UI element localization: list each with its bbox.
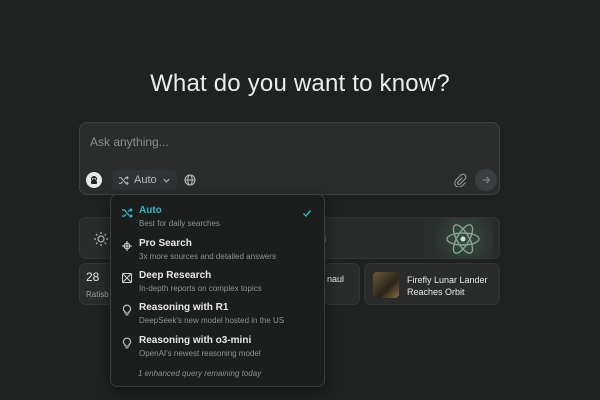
deep-research-icon xyxy=(121,272,133,284)
search-box: Auto xyxy=(79,122,500,195)
submit-button[interactable] xyxy=(475,169,497,191)
news-thumbnail xyxy=(373,272,399,298)
globe-icon[interactable] xyxy=(183,173,197,187)
menu-item-deep-research[interactable]: Deep Research In-depth reports on comple… xyxy=(111,268,324,298)
check-icon xyxy=(303,210,312,218)
menu-item-description: In-depth reports on complex topics xyxy=(139,284,262,293)
query-quota-note: 1 enhanced query remaining today xyxy=(138,369,262,378)
news-title: naul xyxy=(327,274,345,284)
menu-item-reasoning-o3-mini[interactable]: Reasoning with o3-mini OpenAI's newest r… xyxy=(111,333,324,363)
menu-item-description: DeepSeek's new model hosted in the US xyxy=(139,316,285,325)
weather-icon xyxy=(94,232,108,246)
page-title: What do you want to know? xyxy=(150,70,450,97)
mode-dropdown-menu: Auto Best for daily searches Pro Search … xyxy=(110,194,325,387)
menu-item-label: Deep Research xyxy=(139,270,212,281)
menu-item-auto[interactable]: Auto Best for daily searches xyxy=(111,203,324,233)
stock-label: Ratisb xyxy=(86,290,109,299)
stock-value: 28 xyxy=(86,270,100,284)
menu-item-label: Pro Search xyxy=(139,238,192,249)
pro-search-icon xyxy=(122,241,132,251)
shuffle-icon xyxy=(122,208,133,218)
menu-item-reasoning-r1[interactable]: Reasoning with R1 DeepSeek's new model h… xyxy=(111,300,324,330)
mode-label: Auto xyxy=(134,174,157,186)
chevron-down-icon xyxy=(163,178,170,183)
menu-item-label: Reasoning with o3-mini xyxy=(139,335,252,346)
menu-item-pro-search[interactable]: Pro Search 3x more sources and detailed … xyxy=(111,236,324,266)
search-input[interactable] xyxy=(90,133,470,151)
paperclip-icon[interactable] xyxy=(453,173,467,187)
focus-icon xyxy=(91,176,97,184)
shuffle-icon xyxy=(118,175,129,185)
lightbulb-icon xyxy=(122,304,132,316)
menu-item-label: Auto xyxy=(139,205,162,216)
menu-item-description: 3x more sources and detailed answers xyxy=(139,252,276,261)
lightbulb-icon xyxy=(122,337,132,349)
menu-item-description: Best for daily searches xyxy=(139,219,220,228)
news-title: Firefly Lunar Lander Reaches Orbit xyxy=(407,275,488,297)
arrow-right-icon xyxy=(482,176,491,184)
news-card[interactable]: naul xyxy=(324,263,360,305)
menu-item-description: OpenAI's newest reasoning model xyxy=(139,349,261,358)
menu-item-label: Reasoning with R1 xyxy=(139,302,229,313)
news-card[interactable]: Firefly Lunar Lander Reaches Orbit xyxy=(364,263,500,305)
atom-image xyxy=(423,218,493,258)
focus-avatar-button[interactable] xyxy=(86,172,102,188)
mode-selector-button[interactable]: Auto xyxy=(112,170,177,190)
